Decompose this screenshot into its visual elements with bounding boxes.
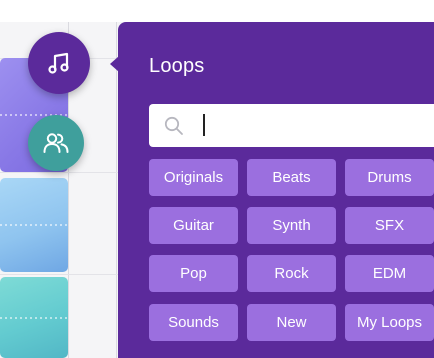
chip-synth[interactable]: Synth — [247, 207, 336, 244]
collaborators-button[interactable] — [28, 115, 84, 171]
loops-button[interactable] — [28, 32, 90, 94]
track-grid-line — [0, 172, 118, 173]
track-clip[interactable] — [0, 277, 68, 358]
search-box[interactable] — [149, 104, 434, 147]
loops-panel: Loops Originals Beats Drums Guitar Synth… — [118, 22, 434, 358]
music-note-icon — [46, 50, 72, 76]
chip-originals[interactable]: Originals — [149, 159, 238, 196]
chip-drums[interactable]: Drums — [345, 159, 434, 196]
track-divider — [116, 22, 117, 358]
chip-guitar[interactable]: Guitar — [149, 207, 238, 244]
chip-beats[interactable]: Beats — [247, 159, 336, 196]
top-strip — [0, 0, 434, 22]
track-grid-line — [0, 274, 118, 275]
app-stage: Loops Originals Beats Drums Guitar Synth… — [0, 0, 434, 358]
track-clip[interactable] — [0, 178, 68, 272]
clip-waveform — [0, 224, 68, 226]
text-caret — [203, 114, 205, 136]
chip-edm[interactable]: EDM — [345, 255, 434, 292]
chip-sounds[interactable]: Sounds — [149, 304, 238, 341]
clip-waveform — [0, 316, 68, 319]
chip-sfx[interactable]: SFX — [345, 207, 434, 244]
search-icon — [164, 116, 184, 141]
collaborators-icon — [42, 131, 70, 155]
chip-my-loops[interactable]: My Loops — [345, 304, 434, 341]
chip-pop[interactable]: Pop — [149, 255, 238, 292]
chip-rock[interactable]: Rock — [247, 255, 336, 292]
search-input[interactable] — [201, 113, 434, 137]
chip-new[interactable]: New — [247, 304, 336, 341]
panel-title: Loops — [149, 55, 205, 77]
